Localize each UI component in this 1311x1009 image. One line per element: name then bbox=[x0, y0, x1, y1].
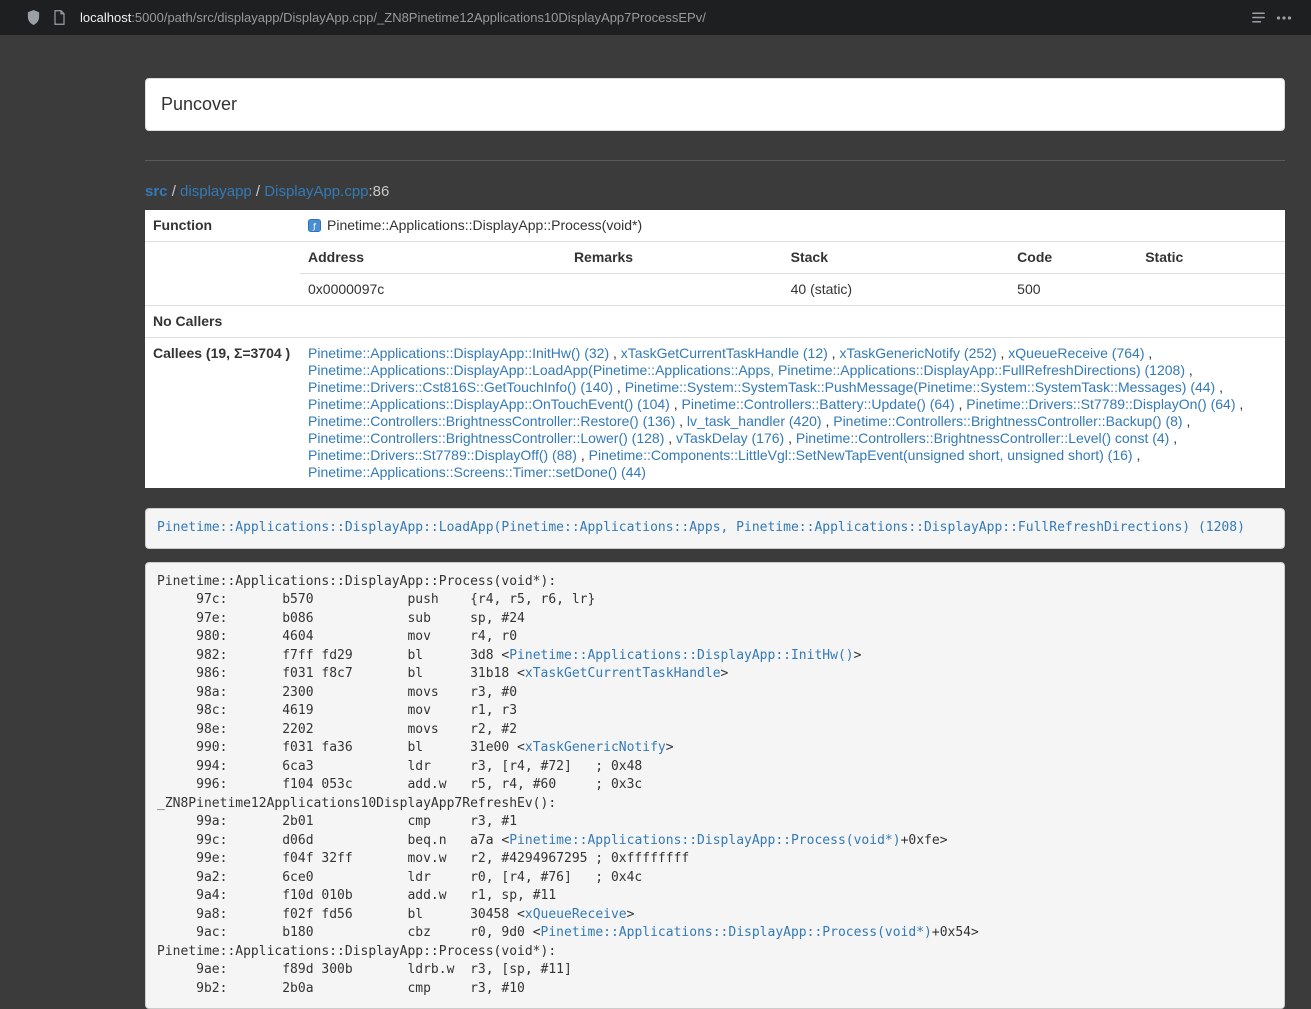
callee-separator: , bbox=[1183, 413, 1191, 429]
breadcrumb-link[interactable]: src bbox=[145, 183, 168, 200]
page-icon[interactable] bbox=[46, 5, 72, 31]
callees-list: Pinetime::Applications::DisplayApp::Init… bbox=[300, 338, 1285, 489]
callee-separator: , bbox=[609, 345, 621, 361]
callee-separator: , bbox=[1236, 396, 1244, 412]
symbol-link[interactable]: xTaskGenericNotify bbox=[525, 740, 666, 755]
callees-label: Callees (19, Σ=3704 ) bbox=[145, 338, 300, 489]
callee-link[interactable]: Pinetime::Applications::DisplayApp::OnTo… bbox=[308, 396, 670, 412]
callee-link[interactable]: Pinetime::Applications::DisplayApp::Load… bbox=[308, 362, 1185, 378]
symbol-link[interactable]: xQueueReceive bbox=[525, 907, 627, 922]
puncover-panel: Puncover bbox=[145, 78, 1285, 131]
page-container: Puncover src / displayapp / DisplayApp.c… bbox=[145, 78, 1285, 1009]
callee-link[interactable]: vTaskDelay (176) bbox=[676, 430, 784, 446]
function-name: Pinetime::Applications::DisplayApp::Proc… bbox=[327, 217, 642, 233]
callee-separator: , bbox=[1169, 430, 1177, 446]
metrics-row: Address Remarks Stack Code Static 0x0000… bbox=[145, 242, 1285, 306]
no-callers-row: No Callers bbox=[145, 306, 1285, 338]
symbol-link[interactable]: Pinetime::Applications::DisplayApp::Proc… bbox=[541, 925, 932, 940]
reader-mode-icon[interactable] bbox=[1245, 5, 1271, 31]
callee-separator: , bbox=[1185, 362, 1193, 378]
breadcrumb-link[interactable]: displayapp bbox=[180, 183, 252, 200]
callee-separator: , bbox=[613, 379, 625, 395]
stack-value: 40 (static) bbox=[783, 274, 1010, 306]
callee-separator: , bbox=[784, 430, 796, 446]
symbol-link[interactable]: xTaskGetCurrentTaskHandle bbox=[525, 666, 721, 681]
callee-link[interactable]: Pinetime::Applications::Screens::Timer::… bbox=[308, 464, 646, 480]
callee-separator: , bbox=[670, 396, 682, 412]
callee-separator: , bbox=[997, 345, 1009, 361]
callee-separator: , bbox=[664, 430, 676, 446]
callee-link[interactable]: Pinetime::Controllers::BrightnessControl… bbox=[308, 413, 675, 429]
callee-link[interactable]: Pinetime::Applications::DisplayApp::Init… bbox=[308, 345, 609, 361]
callee-separator: , bbox=[1133, 447, 1141, 463]
column-header-remarks: Remarks bbox=[566, 242, 783, 274]
symbol-link[interactable]: Pinetime::Applications::DisplayApp::Init… bbox=[509, 648, 853, 663]
callee-separator: , bbox=[955, 396, 967, 412]
page-title: Puncover bbox=[161, 94, 1269, 115]
address-bar[interactable]: localhost:5000/path/src/displayapp/Displ… bbox=[80, 10, 706, 25]
callee-link[interactable]: Pinetime::Drivers::St7789::DisplayOff() … bbox=[308, 447, 577, 463]
column-header-address: Address bbox=[300, 242, 566, 274]
callee-link[interactable]: xTaskGenericNotify (252) bbox=[839, 345, 996, 361]
code-size-value: 500 bbox=[1009, 274, 1137, 306]
function-row: Function ƒ Pinetime::Applications::Displ… bbox=[145, 210, 1285, 242]
function-label: Function bbox=[145, 210, 300, 242]
callee-link[interactable]: Pinetime::System::SystemTask::PushMessag… bbox=[625, 379, 1216, 395]
column-header-static: Static bbox=[1137, 242, 1285, 274]
highlight-panel: Pinetime::Applications::DisplayApp::Load… bbox=[145, 508, 1285, 549]
menu-icon[interactable] bbox=[1271, 5, 1297, 31]
callee-link[interactable]: Pinetime::Drivers::Cst816S::GetTouchInfo… bbox=[308, 379, 613, 395]
callee-link[interactable]: xQueueReceive (764) bbox=[1008, 345, 1144, 361]
breadcrumb-link[interactable]: DisplayApp.cpp bbox=[264, 183, 368, 200]
breadcrumb-separator: / bbox=[252, 183, 265, 200]
column-header-stack: Stack bbox=[783, 242, 1010, 274]
callee-link[interactable]: Pinetime::Controllers::BrightnessControl… bbox=[796, 430, 1169, 446]
disassembly: Pinetime::Applications::DisplayApp::Proc… bbox=[145, 562, 1285, 1009]
breadcrumb-separator: / bbox=[168, 183, 181, 200]
callee-separator: , bbox=[1144, 345, 1152, 361]
content-divider bbox=[145, 160, 1285, 161]
callees-row: Callees (19, Σ=3704 ) Pinetime::Applicat… bbox=[145, 338, 1285, 489]
callee-separator: , bbox=[1215, 379, 1223, 395]
column-header-code: Code bbox=[1009, 242, 1137, 274]
callee-link[interactable]: Pinetime::Controllers::BrightnessControl… bbox=[833, 413, 1182, 429]
callee-separator: , bbox=[675, 413, 687, 429]
remarks-value bbox=[566, 274, 783, 306]
highlighted-symbol-link[interactable]: Pinetime::Applications::DisplayApp::Load… bbox=[157, 520, 1245, 535]
breadcrumb: src / displayapp / DisplayApp.cpp:86 bbox=[145, 183, 1285, 201]
address-value: 0x0000097c bbox=[300, 274, 566, 306]
callee-separator: , bbox=[822, 413, 834, 429]
callee-separator: , bbox=[577, 447, 589, 463]
metrics-header-row: Address Remarks Stack Code Static bbox=[300, 242, 1285, 274]
callee-link[interactable]: lv_task_handler (420) bbox=[687, 413, 822, 429]
url-path: :5000/path/src/displayapp/DisplayApp.cpp… bbox=[131, 10, 706, 25]
callee-link[interactable]: Pinetime::Drivers::St7789::DisplayOn() (… bbox=[966, 396, 1235, 412]
metrics-value-row: 0x0000097c 40 (static) 500 bbox=[300, 274, 1285, 306]
breadcrumb-line-number: :86 bbox=[369, 183, 390, 200]
shield-icon[interactable] bbox=[20, 5, 46, 31]
callee-separator: , bbox=[828, 345, 840, 361]
callee-link[interactable]: Pinetime::Components::LittleVgl::SetNewT… bbox=[589, 447, 1133, 463]
callee-link[interactable]: Pinetime::Controllers::BrightnessControl… bbox=[308, 430, 664, 446]
url-host: localhost bbox=[80, 10, 131, 25]
static-value bbox=[1137, 274, 1285, 306]
function-icon: ƒ bbox=[308, 219, 321, 232]
no-callers-label: No Callers bbox=[145, 306, 300, 338]
metrics-table: Address Remarks Stack Code Static 0x0000… bbox=[300, 242, 1285, 305]
browser-toolbar: localhost:5000/path/src/displayapp/Displ… bbox=[0, 0, 1311, 35]
callee-link[interactable]: xTaskGetCurrentTaskHandle (12) bbox=[621, 345, 828, 361]
callee-link[interactable]: Pinetime::Controllers::Battery::Update()… bbox=[682, 396, 955, 412]
function-table: Function ƒ Pinetime::Applications::Displ… bbox=[145, 210, 1285, 488]
symbol-link[interactable]: Pinetime::Applications::DisplayApp::Proc… bbox=[509, 833, 900, 848]
